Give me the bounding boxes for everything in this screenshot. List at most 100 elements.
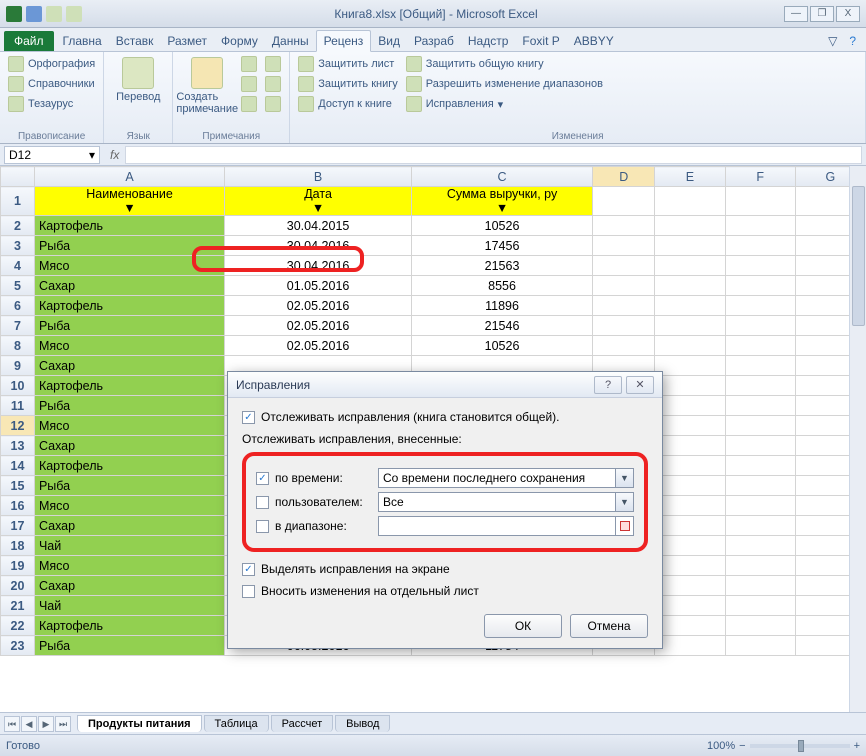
row-header[interactable]: 11 [1, 396, 35, 416]
filter-dropdown-icon[interactable]: ▼ [39, 201, 220, 215]
cell[interactable]: Сахар [34, 436, 224, 456]
row-header[interactable]: 15 [1, 476, 35, 496]
cell[interactable] [725, 376, 795, 396]
sheet-tab[interactable]: Таблица [204, 715, 269, 732]
window-close[interactable]: X [836, 6, 860, 22]
sheet-nav-prev[interactable]: ◀ [21, 716, 37, 732]
zoom-out-button[interactable]: − [739, 740, 745, 752]
cell[interactable] [725, 636, 795, 656]
cell[interactable] [655, 536, 725, 556]
cell[interactable] [725, 476, 795, 496]
row-header[interactable]: 21 [1, 596, 35, 616]
cell[interactable]: Чай [34, 596, 224, 616]
cell[interactable]: Мясо [34, 416, 224, 436]
ok-button[interactable]: ОК [484, 614, 562, 638]
cell[interactable] [725, 336, 795, 356]
cell[interactable] [655, 296, 725, 316]
column-header[interactable]: C [411, 167, 592, 187]
row-header[interactable]: 8 [1, 336, 35, 356]
vertical-scrollbar[interactable] [849, 166, 866, 712]
cell[interactable] [655, 636, 725, 656]
cell[interactable]: Картофель [34, 296, 224, 316]
filter-dropdown-icon[interactable]: ▼ [416, 201, 588, 215]
cell[interactable] [655, 396, 725, 416]
ribbon-tab[interactable]: Надстр [461, 31, 516, 51]
row-header[interactable]: 10 [1, 376, 35, 396]
by-user-dropdown[interactable] [378, 492, 616, 512]
cell[interactable] [655, 256, 725, 276]
cell[interactable] [655, 496, 725, 516]
cell[interactable]: Рыба [34, 476, 224, 496]
cell[interactable] [655, 596, 725, 616]
translate-button[interactable]: Перевод [110, 55, 166, 103]
cell[interactable] [725, 556, 795, 576]
column-header[interactable]: D [593, 167, 655, 187]
list-on-sheet-checkbox[interactable] [242, 585, 255, 598]
ribbon-tab[interactable]: Реценз [316, 30, 372, 52]
sheet-nav-first[interactable]: ⏮ [4, 716, 20, 732]
zoom-thumb[interactable] [798, 740, 804, 752]
by-time-checkbox[interactable]: ✓ [256, 472, 269, 485]
ribbon-tab[interactable]: Размет [160, 31, 214, 51]
row-header[interactable]: 18 [1, 536, 35, 556]
filter-header-cell[interactable]: Дата▼ [225, 187, 412, 216]
column-header[interactable]: B [225, 167, 412, 187]
cell[interactable] [725, 516, 795, 536]
cell[interactable] [593, 336, 655, 356]
cell[interactable]: Рыба [34, 396, 224, 416]
formula-input[interactable] [125, 146, 862, 164]
undo-icon[interactable] [46, 6, 62, 22]
row-header[interactable]: 23 [1, 636, 35, 656]
cell[interactable]: 10526 [411, 216, 592, 236]
ribbon-tab[interactable]: Вставк [109, 31, 161, 51]
sheet-tab[interactable]: Продукты питания [77, 715, 202, 732]
cell[interactable] [655, 416, 725, 436]
column-header[interactable]: F [725, 167, 795, 187]
cell[interactable]: Мясо [34, 496, 224, 516]
delete-comment-button[interactable] [239, 55, 259, 73]
cell[interactable] [655, 316, 725, 336]
in-range-checkbox[interactable] [256, 520, 269, 533]
cell[interactable] [655, 516, 725, 536]
cell[interactable]: Картофель [34, 456, 224, 476]
cell[interactable] [593, 187, 655, 216]
cell[interactable]: Сахар [34, 516, 224, 536]
ribbon-tab[interactable]: Вид [371, 31, 407, 51]
row-header[interactable]: 2 [1, 216, 35, 236]
cell[interactable] [655, 336, 725, 356]
sheet-tab[interactable]: Рассчет [271, 715, 334, 732]
ribbon-tab[interactable]: Форму [214, 31, 265, 51]
tab-file[interactable]: Файл [4, 31, 54, 51]
cell[interactable] [655, 456, 725, 476]
sheet-nav-last[interactable]: ⏭ [55, 716, 71, 732]
cell[interactable]: 02.05.2016 [225, 316, 412, 336]
protect-workbook-button[interactable]: Защитить книгу [296, 75, 400, 93]
show-comment-button[interactable] [263, 55, 283, 73]
cell[interactable] [593, 236, 655, 256]
help-icon[interactable]: ? [843, 31, 862, 51]
zoom-slider[interactable] [750, 744, 850, 748]
cell[interactable] [655, 187, 725, 216]
prev-comment-button[interactable] [239, 75, 259, 93]
ribbon-tab[interactable]: Данны [265, 31, 316, 51]
dialog-close-button[interactable]: ✕ [626, 376, 654, 394]
cell[interactable]: Картофель [34, 616, 224, 636]
column-header[interactable]: E [655, 167, 725, 187]
allow-ranges-button[interactable]: Разрешить изменение диапазонов [404, 75, 605, 93]
cell[interactable]: 30.04.2016 [225, 256, 412, 276]
cell[interactable]: Рыба [34, 316, 224, 336]
sheet-nav-next[interactable]: ▶ [38, 716, 54, 732]
cell[interactable]: Картофель [34, 376, 224, 396]
protect-sheet-button[interactable]: Защитить лист [296, 55, 400, 73]
cell[interactable] [725, 536, 795, 556]
by-user-checkbox[interactable] [256, 496, 269, 509]
show-ink-button[interactable] [263, 95, 283, 113]
row-header[interactable]: 20 [1, 576, 35, 596]
cell[interactable]: 30.04.2015 [225, 216, 412, 236]
filter-dropdown-icon[interactable]: ▼ [229, 201, 407, 215]
cell[interactable] [593, 296, 655, 316]
cell[interactable] [655, 356, 725, 376]
range-picker-button[interactable] [616, 516, 634, 536]
cell[interactable] [725, 416, 795, 436]
cell[interactable]: 8556 [411, 276, 592, 296]
